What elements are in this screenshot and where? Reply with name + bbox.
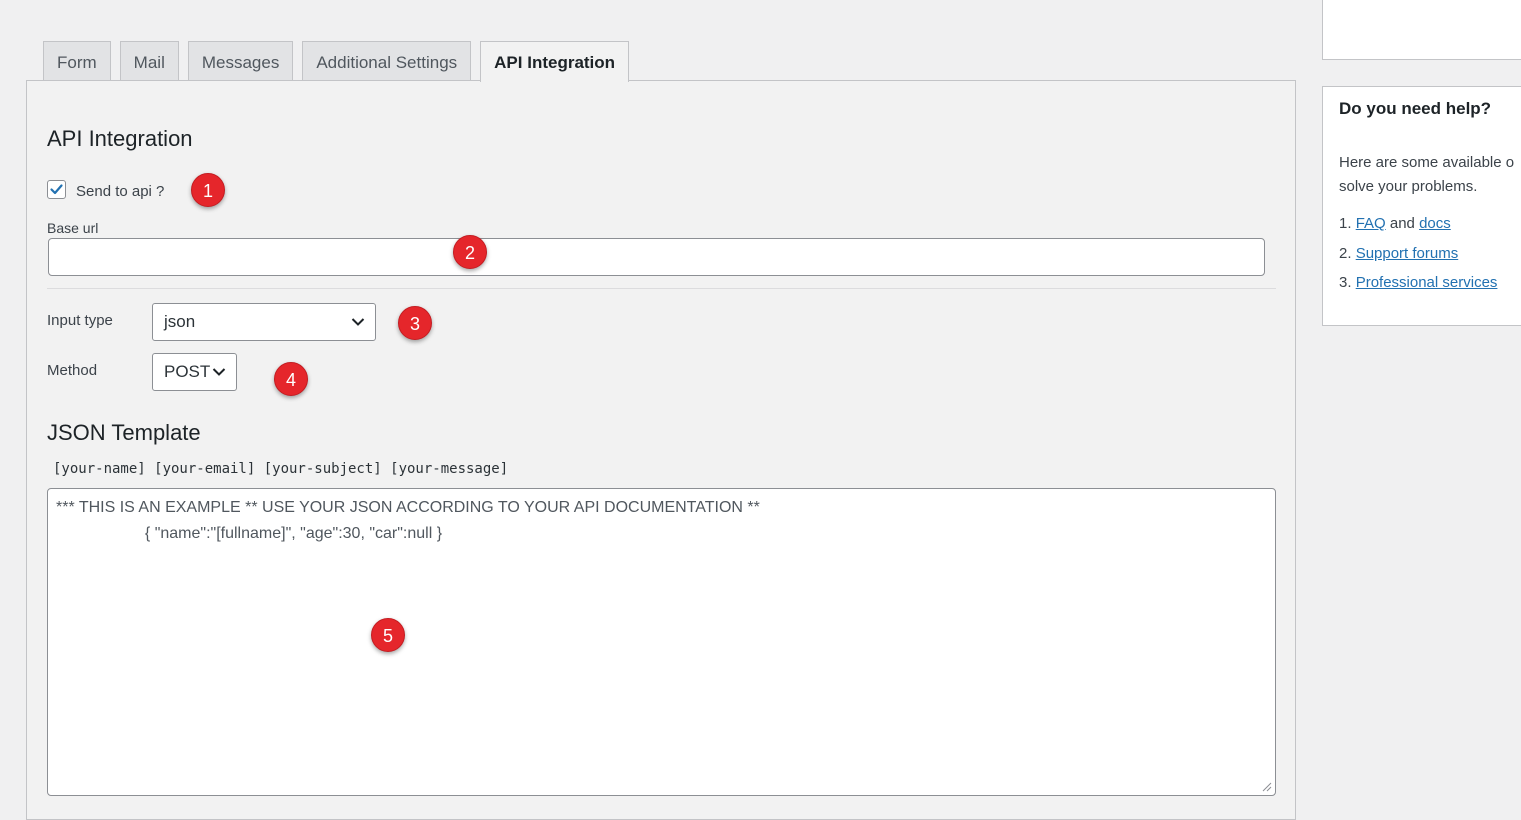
base-url-label: Base url [47,220,99,236]
send-to-api-checkbox[interactable] [47,180,66,199]
help-list-item: 2. Support forums [1339,245,1497,275]
help-text: Here are some available o solve your pro… [1339,151,1514,199]
divider [47,288,1276,289]
faq-link[interactable]: FAQ [1356,215,1386,232]
annotation-marker-1: 1 [191,173,225,207]
annotation-marker-2: 2 [453,235,487,269]
help-text-line-2: solve your problems. [1339,178,1478,195]
professional-services-link[interactable]: Professional services [1356,274,1498,291]
help-box: Do you need help? Here are some availabl… [1322,86,1521,326]
docs-link[interactable]: docs [1419,215,1451,232]
json-template-line-1: *** THIS IS AN EXAMPLE ** USE YOUR JSON … [56,499,760,516]
annotation-marker-3: 3 [398,306,432,340]
list-number: 1. [1339,215,1352,232]
chevron-down-icon [212,368,226,376]
section-title: API Integration [47,126,193,151]
input-type-select[interactable]: json [152,303,376,341]
and-text: and [1389,215,1415,232]
tab-additional-settings[interactable]: Additional Settings [302,41,472,80]
support-forums-link[interactable]: Support forums [1356,245,1459,262]
tab-bar: Form Mail Messages Additional Settings A… [43,41,638,82]
tab-api-integration[interactable]: API Integration [480,41,630,82]
sidebar-top-box [1322,0,1521,60]
tab-messages[interactable]: Messages [187,41,294,80]
help-list-item: 3. Professional services [1339,274,1497,304]
chevron-down-icon [351,318,365,326]
check-icon [50,184,63,195]
annotation-marker-5: 5 [371,618,405,652]
help-text-line-1: Here are some available o [1339,154,1515,171]
input-type-label: Input type [47,312,113,329]
mail-tags: [your-name] [your-email] [your-subject] … [53,461,509,477]
annotation-marker-4: 4 [274,362,308,396]
resize-handle-icon[interactable] [1262,782,1272,792]
list-number: 3. [1339,274,1352,291]
tab-form[interactable]: Form [43,41,111,80]
input-type-value: json [164,312,196,331]
send-to-api-label: Send to api ? [76,183,165,200]
method-label: Method [47,362,98,379]
json-template-textarea[interactable]: *** THIS IS AN EXAMPLE ** USE YOUR JSON … [47,488,1276,796]
json-template-line-2: { "name":"[fullname]", "age":30, "car":n… [56,525,443,542]
help-list: 1. FAQ and docs 2. Support forums 3. Pro… [1339,215,1497,304]
help-list-item: 1. FAQ and docs [1339,215,1497,245]
list-number: 2. [1339,244,1352,262]
json-template-title: JSON Template [47,420,201,445]
tab-mail[interactable]: Mail [119,41,179,80]
help-title: Do you need help? [1339,99,1492,118]
base-url-input[interactable] [48,238,1265,276]
method-select[interactable]: POST [152,353,237,391]
method-value: POST [164,362,211,381]
